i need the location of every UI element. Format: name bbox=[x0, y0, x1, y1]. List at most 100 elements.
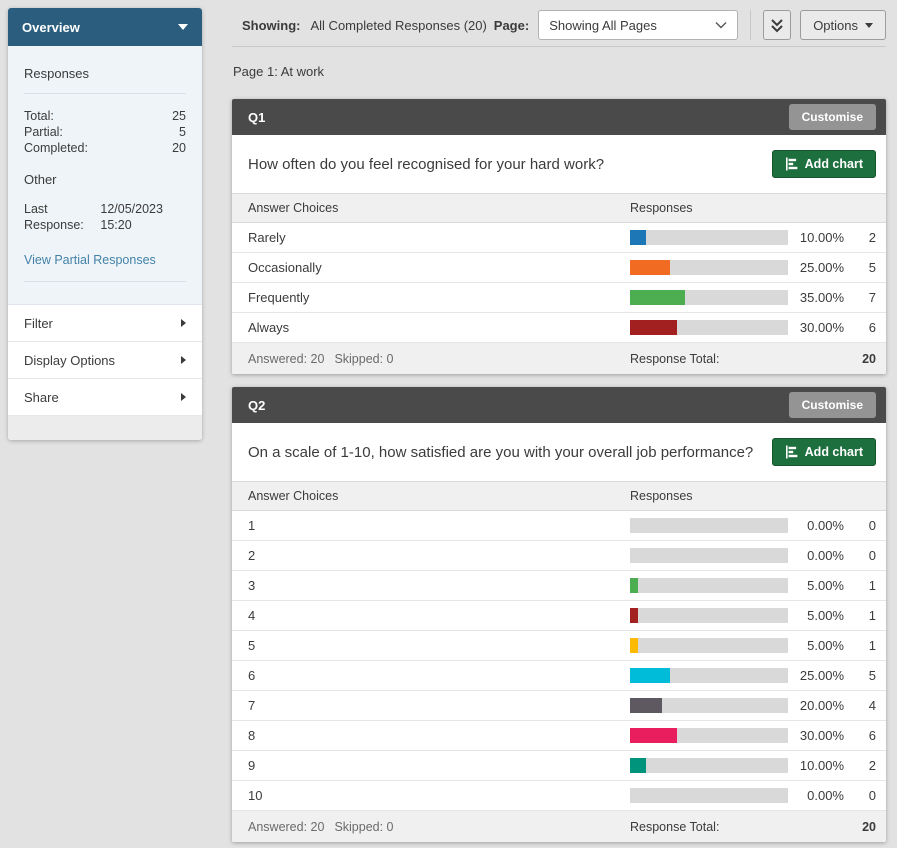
table-row: 5 5.00% 1 bbox=[232, 631, 886, 661]
response-bar-fill bbox=[630, 230, 646, 245]
chevron-down-icon bbox=[715, 21, 727, 29]
page-select[interactable]: Showing All Pages bbox=[538, 10, 738, 40]
question-id: Q1 bbox=[248, 110, 265, 125]
add-chart-button[interactable]: Add chart bbox=[772, 438, 876, 466]
sidebar-item-label: Filter bbox=[24, 316, 53, 331]
table-row: 4 5.00% 1 bbox=[232, 601, 886, 631]
answer-label: Occasionally bbox=[248, 260, 630, 275]
chevron-right-icon bbox=[181, 393, 186, 401]
col-responses: Responses bbox=[630, 489, 788, 503]
options-button-label: Options bbox=[813, 18, 858, 33]
sidebar-item-share[interactable]: Share bbox=[8, 379, 202, 416]
sidebar-footer bbox=[8, 416, 202, 440]
divider bbox=[24, 93, 186, 94]
col-responses: Responses bbox=[630, 201, 788, 215]
page-title: Page 1: At work bbox=[233, 64, 886, 79]
answer-count: 1 bbox=[844, 638, 876, 653]
answer-count: 5 bbox=[844, 668, 876, 683]
answer-count: 0 bbox=[844, 518, 876, 533]
stat-completed: Completed: 20 bbox=[24, 140, 186, 156]
add-chart-button[interactable]: Add chart bbox=[772, 150, 876, 178]
response-bar-fill bbox=[630, 638, 638, 653]
answered-label: Answered: 20 bbox=[248, 352, 324, 366]
toolbar-divider bbox=[750, 10, 751, 40]
answer-percent: 5.00% bbox=[788, 578, 844, 593]
table-row: 6 25.00% 5 bbox=[232, 661, 886, 691]
table-row: 2 0.00% 0 bbox=[232, 541, 886, 571]
table-row: Always 30.00% 6 bbox=[232, 313, 886, 343]
question-panel-header: Q1 Customise bbox=[232, 99, 886, 135]
answer-count: 0 bbox=[844, 788, 876, 803]
answer-count: 5 bbox=[844, 260, 876, 275]
view-partial-responses-link[interactable]: View Partial Responses bbox=[24, 253, 156, 267]
answer-percent: 5.00% bbox=[788, 608, 844, 623]
stat-completed-label: Completed: bbox=[24, 140, 88, 156]
question-footer: Answered: 20 Skipped: 0 Response Total: … bbox=[232, 811, 886, 842]
response-bar-track bbox=[630, 578, 788, 593]
chevron-right-icon bbox=[181, 319, 186, 327]
double-chevron-down-icon bbox=[770, 18, 784, 33]
main-content: Showing: All Completed Responses (20) Pa… bbox=[232, 0, 886, 842]
sidebar-item-label: Display Options bbox=[24, 353, 115, 368]
sidebar-header-overview[interactable]: Overview bbox=[8, 8, 202, 46]
response-total-label: Response Total: bbox=[630, 820, 844, 834]
answer-count: 2 bbox=[844, 230, 876, 245]
answer-label: Always bbox=[248, 320, 630, 335]
stat-total-value: 25 bbox=[172, 108, 186, 124]
response-total-value: 20 bbox=[844, 820, 876, 834]
answer-percent: 10.00% bbox=[788, 758, 844, 773]
sidebar-item-display-options[interactable]: Display Options bbox=[8, 342, 202, 379]
response-bar-track bbox=[630, 788, 788, 803]
table-row: 8 30.00% 6 bbox=[232, 721, 886, 751]
divider bbox=[232, 46, 886, 47]
answer-count: 1 bbox=[844, 608, 876, 623]
answer-percent: 0.00% bbox=[788, 518, 844, 533]
answer-label: Frequently bbox=[248, 290, 630, 305]
answer-label: 4 bbox=[248, 608, 630, 623]
response-bar-fill bbox=[630, 758, 646, 773]
answer-label: 9 bbox=[248, 758, 630, 773]
page-label: Page: bbox=[494, 18, 529, 33]
sidebar-responses-section: Responses Total: 25 Partial: 5 Completed… bbox=[8, 46, 202, 304]
answer-percent: 0.00% bbox=[788, 548, 844, 563]
other-section-title: Other bbox=[24, 172, 186, 187]
response-total-value: 20 bbox=[844, 352, 876, 366]
answer-percent: 5.00% bbox=[788, 638, 844, 653]
table-row: 9 10.00% 2 bbox=[232, 751, 886, 781]
table-row: 1 0.00% 0 bbox=[232, 511, 886, 541]
answer-percent: 25.00% bbox=[788, 260, 844, 275]
options-button[interactable]: Options bbox=[800, 10, 886, 40]
table-header: Answer Choices Responses bbox=[232, 193, 886, 223]
answer-count: 0 bbox=[844, 548, 876, 563]
answered-label: Answered: 20 bbox=[248, 820, 324, 834]
add-chart-label: Add chart bbox=[805, 445, 863, 459]
response-bar-fill bbox=[630, 290, 685, 305]
answer-label: 8 bbox=[248, 728, 630, 743]
customise-button[interactable]: Customise bbox=[789, 392, 876, 418]
sidebar-menu: Filter Display Options Share bbox=[8, 304, 202, 440]
response-bar-track bbox=[630, 758, 788, 773]
collapse-all-button[interactable] bbox=[763, 10, 791, 40]
stat-total-label: Total: bbox=[24, 108, 54, 124]
answer-count: 6 bbox=[844, 320, 876, 335]
last-response-row: Last Response: 12/05/2023 15:20 bbox=[24, 201, 186, 233]
response-bar-fill bbox=[630, 608, 638, 623]
answer-label: 1 bbox=[248, 518, 630, 533]
sidebar-item-filter[interactable]: Filter bbox=[8, 305, 202, 342]
table-row: 10 0.00% 0 bbox=[232, 781, 886, 811]
customise-button[interactable]: Customise bbox=[789, 104, 876, 130]
chevron-down-icon bbox=[865, 23, 873, 28]
response-bar-track bbox=[630, 260, 788, 275]
showing-value: All Completed Responses (20) bbox=[311, 18, 487, 33]
answer-percent: 25.00% bbox=[788, 668, 844, 683]
answer-count: 1 bbox=[844, 578, 876, 593]
answer-count: 4 bbox=[844, 698, 876, 713]
response-bar-track bbox=[630, 668, 788, 683]
question-id: Q2 bbox=[248, 398, 265, 413]
table-row: Occasionally 25.00% 5 bbox=[232, 253, 886, 283]
table-row: Rarely 10.00% 2 bbox=[232, 223, 886, 253]
stat-total: Total: 25 bbox=[24, 108, 186, 124]
response-bar-track bbox=[630, 230, 788, 245]
answer-rows: Rarely 10.00% 2 Occasionally 25.00% 5 Fr… bbox=[232, 223, 886, 343]
answer-percent: 10.00% bbox=[788, 230, 844, 245]
